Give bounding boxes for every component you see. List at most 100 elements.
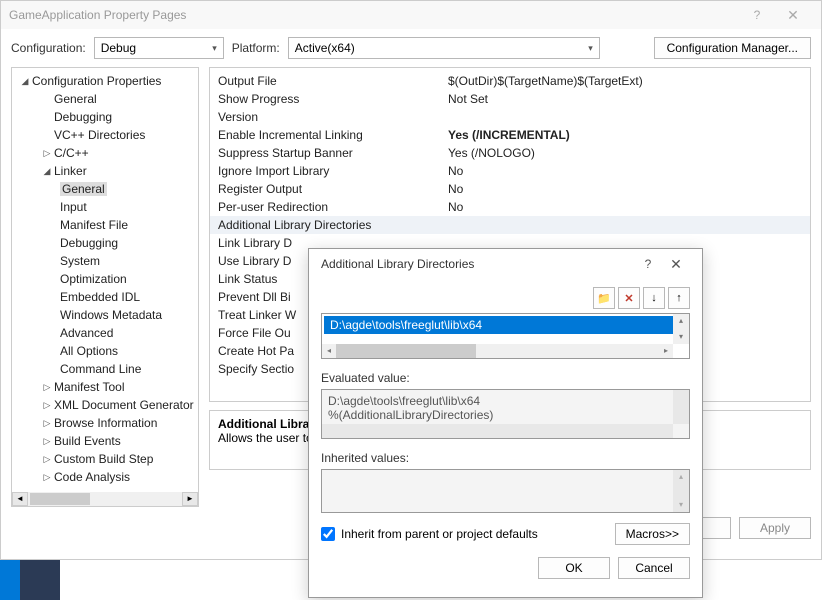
tree-item-vcdirs[interactable]: ▸VC++ Directories	[12, 126, 198, 144]
scroll-up-icon[interactable]: ▴	[673, 470, 689, 484]
h-scrollbar[interactable]	[322, 424, 673, 438]
inherited-label: Inherited values:	[321, 451, 690, 465]
inherit-checkbox[interactable]	[321, 527, 335, 541]
eval-line: %(AdditionalLibraryDirectories)	[328, 408, 683, 422]
scroll-left-icon[interactable]: ◂	[322, 344, 336, 358]
tree-item-linker-system[interactable]: System	[12, 252, 198, 270]
chevron-down-icon: ▾	[588, 43, 593, 54]
v-scrollbar[interactable]: ▴ ▾	[673, 470, 689, 512]
scroll-left-icon[interactable]: ◄	[12, 492, 28, 506]
scroll-thumb[interactable]	[336, 344, 476, 358]
triangle-right-icon[interactable]: ▷	[40, 472, 54, 483]
tree-item-debugging[interactable]: ▸Debugging	[12, 108, 198, 126]
eval-line: D:\agde\tools\freeglut\lib\x64	[328, 394, 683, 408]
triangle-right-icon[interactable]: ▷	[40, 436, 54, 447]
tree-item-linker-command-line[interactable]: Command Line	[12, 360, 198, 378]
dialog-body: 📁 ✕ ↓ ↑ D:\agde\tools\freeglut\lib\x64 ▴…	[309, 279, 702, 587]
taskbar-stripe	[0, 560, 20, 600]
macros-button[interactable]: Macros>>	[615, 523, 690, 545]
new-folder-icon[interactable]: 📁	[593, 287, 615, 309]
inherit-checkbox-label[interactable]: Inherit from parent or project defaults	[321, 527, 538, 541]
chevron-down-icon: ▾	[212, 43, 217, 54]
configuration-select[interactable]: Debug ▾	[94, 37, 224, 59]
tree-item-linker-advanced[interactable]: Advanced	[12, 324, 198, 342]
config-manager-button[interactable]: Configuration Manager...	[654, 37, 811, 59]
grid-row[interactable]: Show ProgressNot Set	[210, 90, 810, 108]
dialog-title: Additional Library Directories	[321, 257, 634, 271]
dialog-toolbar: 📁 ✕ ↓ ↑	[321, 287, 690, 309]
apply-button[interactable]: Apply	[739, 517, 811, 539]
inherited-box: ▴ ▾	[321, 469, 690, 513]
tree-item-linker-optimization[interactable]: Optimization	[12, 270, 198, 288]
v-scrollbar[interactable]	[673, 390, 689, 424]
dialog-titlebar: Additional Library Directories ? ✕	[309, 249, 702, 279]
tree-item-general[interactable]: ▸General	[12, 90, 198, 108]
cancel-button[interactable]: Cancel	[618, 557, 690, 579]
grid-row-selected[interactable]: Additional Library Directories	[210, 216, 810, 234]
tree-item-linker-windows-metadata[interactable]: Windows Metadata	[12, 306, 198, 324]
tree-item-custom-build[interactable]: ▷Custom Build Step	[12, 450, 198, 468]
triangle-down-icon[interactable]: ◢	[40, 166, 54, 177]
ok-button[interactable]: OK	[538, 557, 610, 579]
close-icon[interactable]: ✕	[773, 7, 813, 24]
tree-item-linker-general[interactable]: General	[12, 180, 198, 198]
tree-root[interactable]: ◢ Configuration Properties	[12, 72, 198, 90]
scroll-right-icon[interactable]: ►	[182, 492, 198, 506]
grid-row[interactable]: Register OutputNo	[210, 180, 810, 198]
grid-row[interactable]: Suppress Startup BannerYes (/NOLOGO)	[210, 144, 810, 162]
tree-item-manifest-tool[interactable]: ▷Manifest Tool	[12, 378, 198, 396]
tree-item-linker-all-options[interactable]: All Options	[12, 342, 198, 360]
evaluated-label: Evaluated value:	[321, 371, 690, 385]
tree-item-code-analysis[interactable]: ▷Code Analysis	[12, 468, 198, 486]
delete-icon[interactable]: ✕	[618, 287, 640, 309]
tree-item-linker-input[interactable]: Input	[12, 198, 198, 216]
dialog-footer-row: Inherit from parent or project defaults …	[321, 523, 690, 545]
directories-list[interactable]: D:\agde\tools\freeglut\lib\x64 ▴ ▾ ◂ ▸	[321, 313, 690, 359]
tree-item-xml-doc[interactable]: ▷XML Document Generator	[12, 396, 198, 414]
additional-library-dirs-dialog: Additional Library Directories ? ✕ 📁 ✕ ↓…	[308, 248, 703, 598]
close-icon[interactable]: ✕	[662, 256, 690, 273]
config-value: Debug	[101, 41, 136, 55]
tree-item-browse-info[interactable]: ▷Browse Information	[12, 414, 198, 432]
h-scrollbar[interactable]: ◂ ▸	[322, 344, 673, 358]
triangle-right-icon[interactable]: ▷	[40, 400, 54, 411]
help-icon[interactable]: ?	[741, 8, 773, 22]
taskbar-fragment	[0, 560, 60, 600]
triangle-right-icon[interactable]: ▷	[40, 382, 54, 393]
scroll-up-icon[interactable]: ▴	[673, 314, 689, 328]
triangle-right-icon[interactable]: ▷	[40, 418, 54, 429]
tree-view[interactable]: ◢ Configuration Properties ▸General ▸Deb…	[11, 67, 199, 507]
grid-row[interactable]: Output File$(OutDir)$(TargetName)$(Targe…	[210, 72, 810, 90]
grid-row[interactable]: Enable Incremental LinkingYes (/INCREMEN…	[210, 126, 810, 144]
tree-item-linker[interactable]: ◢Linker	[12, 162, 198, 180]
tree-item-build-events[interactable]: ▷Build Events	[12, 432, 198, 450]
move-down-icon[interactable]: ↓	[643, 287, 665, 309]
move-up-icon[interactable]: ↑	[668, 287, 690, 309]
v-scrollbar[interactable]: ▴ ▾	[673, 314, 689, 344]
scroll-right-icon[interactable]: ▸	[659, 344, 673, 358]
platform-label: Platform:	[232, 41, 280, 55]
list-entry-selected[interactable]: D:\agde\tools\freeglut\lib\x64	[324, 316, 673, 334]
window-title: GameApplication Property Pages	[9, 8, 741, 22]
scroll-down-icon[interactable]: ▾	[673, 330, 689, 344]
triangle-right-icon[interactable]: ▷	[40, 148, 54, 159]
help-icon[interactable]: ?	[634, 257, 662, 271]
grid-row[interactable]: Per-user RedirectionNo	[210, 198, 810, 216]
tree-item-ccpp[interactable]: ▷C/C++	[12, 144, 198, 162]
evaluated-box: D:\agde\tools\freeglut\lib\x64 %(Additio…	[321, 389, 690, 439]
taskbar-stripe	[20, 560, 60, 600]
tree-item-linker-embedded-idl[interactable]: Embedded IDL	[12, 288, 198, 306]
scroll-down-icon[interactable]: ▾	[673, 498, 689, 512]
tree-item-linker-debugging[interactable]: Debugging	[12, 234, 198, 252]
inherit-check-text: Inherit from parent or project defaults	[341, 527, 538, 541]
tree-h-scrollbar[interactable]: ◄ ►	[12, 492, 198, 506]
platform-select[interactable]: Active(x64) ▾	[288, 37, 600, 59]
scroll-thumb[interactable]	[30, 493, 90, 505]
triangle-right-icon[interactable]: ▷	[40, 454, 54, 465]
grid-row[interactable]: Version	[210, 108, 810, 126]
titlebar: GameApplication Property Pages ? ✕	[1, 1, 821, 29]
triangle-down-icon[interactable]: ◢	[18, 76, 32, 87]
config-label: Configuration:	[11, 41, 86, 55]
grid-row[interactable]: Ignore Import LibraryNo	[210, 162, 810, 180]
tree-item-linker-manifest[interactable]: Manifest File	[12, 216, 198, 234]
